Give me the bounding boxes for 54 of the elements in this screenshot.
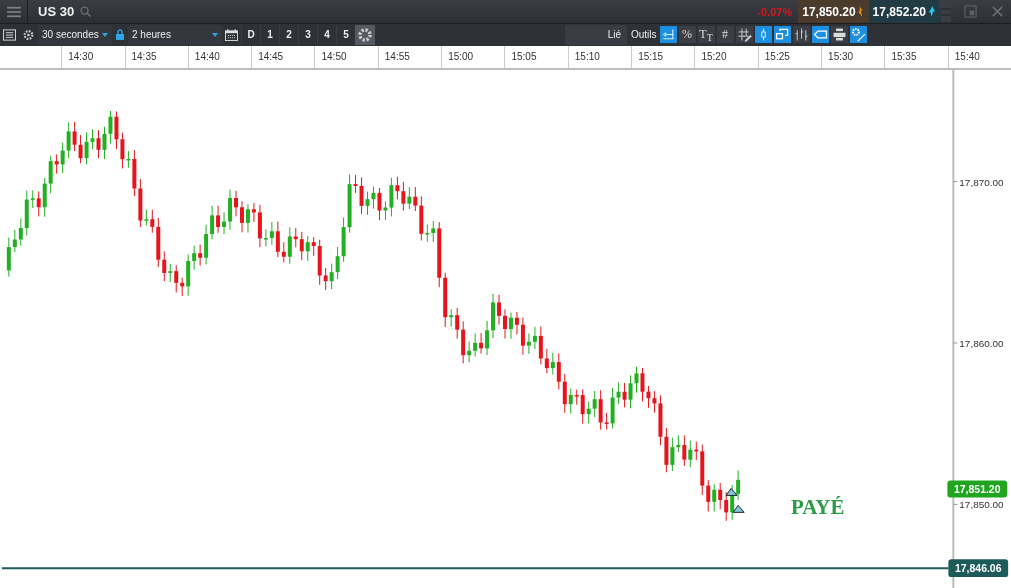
time-label: 15:40 [947, 45, 1011, 68]
tool-button[interactable]: # [716, 26, 734, 44]
price-label: 17,870.00 [959, 176, 1004, 188]
down-arrow-icon [857, 6, 865, 17]
interval-dropdown[interactable]: 30 secondes [38, 24, 112, 45]
instrument-symbol: US 30 [38, 4, 75, 19]
buy-price-button[interactable]: 17,852.20 [868, 0, 939, 23]
time-label: 14:40 [187, 45, 252, 68]
close-icon[interactable] [991, 5, 1004, 18]
range-dropdown[interactable]: 2 heures [128, 24, 222, 45]
menu-icon[interactable] [6, 5, 21, 18]
scale-icon[interactable] [659, 26, 677, 44]
settings-icon[interactable] [22, 28, 35, 41]
time-label: 15:15 [631, 45, 695, 68]
time-label: 15:05 [504, 45, 568, 68]
time-label: 14:30 [61, 45, 125, 68]
time-label: 15:25 [757, 45, 822, 68]
price-label: 17,860.00 [959, 337, 1004, 349]
gear-pencil-icon[interactable] [849, 26, 867, 44]
trade-marker-icon [725, 487, 738, 496]
time-label: 14:50 [314, 45, 378, 68]
caret-icon [102, 32, 108, 37]
time-label: 14:45 [251, 45, 315, 68]
calendar-icon[interactable] [225, 28, 238, 41]
up-arrow-icon [928, 6, 935, 17]
time-label: 14:55 [377, 45, 442, 68]
time-label: 15:35 [884, 45, 948, 68]
time-label: 15:20 [694, 45, 758, 68]
lock-icon[interactable] [116, 29, 124, 41]
price-change: -0.07% [757, 5, 793, 18]
price-label: 17,850.00 [959, 499, 1004, 511]
sell-price-button[interactable]: 17,850.20 [798, 0, 869, 23]
current-price-badge: 17,851.20 [947, 480, 1008, 498]
list-icon[interactable] [3, 28, 16, 41]
tool-button[interactable]: % [678, 26, 696, 44]
time-label: 14:35 [124, 45, 188, 68]
reference-price-badge: 17,846.06 [948, 559, 1009, 578]
chart-annotation: PAYÉ [790, 495, 845, 520]
linked-button[interactable]: Lié [565, 24, 627, 45]
tag-icon[interactable] [811, 26, 829, 44]
tools-label: Outils [631, 29, 657, 41]
time-label: 15:10 [567, 45, 632, 68]
settings-icon[interactable] [355, 24, 375, 45]
caret-icon [212, 32, 218, 37]
printer-icon[interactable] [830, 26, 848, 44]
grid-pencil-icon[interactable] [735, 26, 753, 44]
time-label: 15:30 [821, 45, 885, 68]
search-icon[interactable] [80, 6, 92, 17]
tool-button[interactable]: T$_{T}$ [697, 26, 715, 44]
trade-marker-icon [732, 504, 745, 513]
bars-icon[interactable] [792, 26, 810, 44]
candle-icon[interactable] [754, 26, 772, 44]
time-label: 15:00 [441, 45, 505, 68]
windows-icon[interactable] [773, 26, 791, 44]
